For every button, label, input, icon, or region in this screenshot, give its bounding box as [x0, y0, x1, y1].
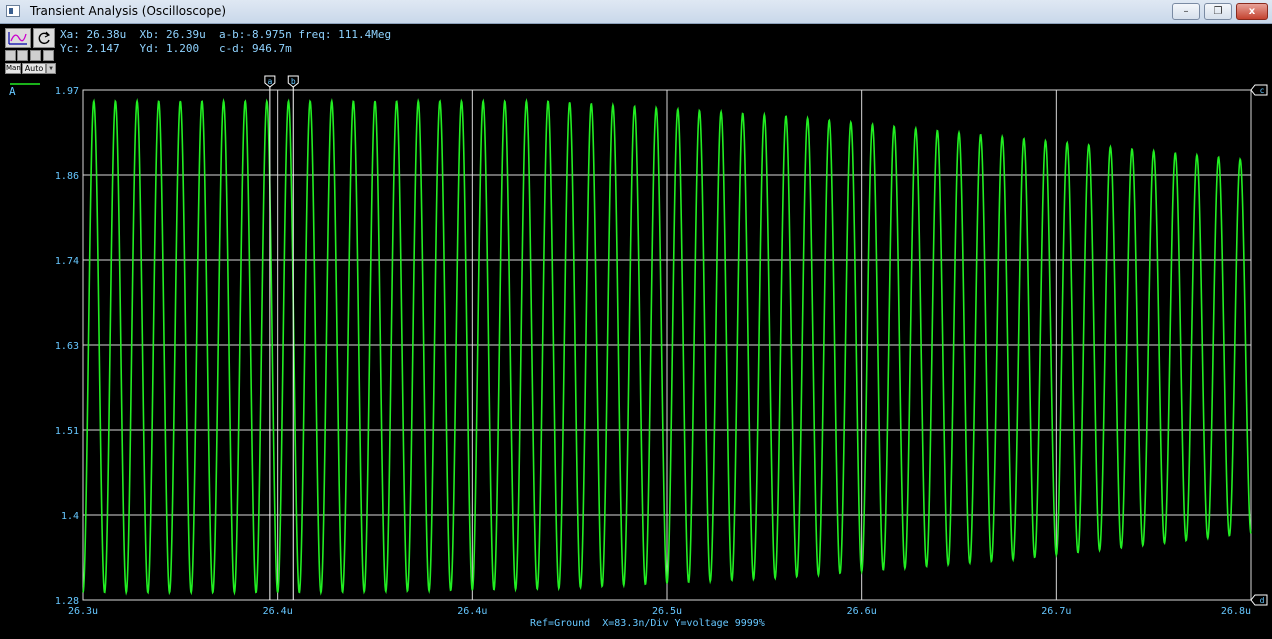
y-tick-label: 1.97 — [55, 86, 79, 97]
trace-label: A — [9, 85, 16, 98]
x-tick-label: 26.5u — [652, 606, 682, 617]
x-tick-label: 26.4u — [263, 606, 293, 617]
x-tick-label: 26.4u — [457, 606, 487, 617]
y-tick-label: 1.86 — [55, 171, 79, 182]
y-tick-labels: 1.971.861.741.631.511.41.28 — [55, 86, 79, 607]
x-tick-label: 26.6u — [847, 606, 877, 617]
cursor-d-label: d — [1260, 596, 1265, 605]
cursor-c-label: c — [1260, 86, 1265, 95]
x-tick-label: 26.8u — [1221, 606, 1251, 617]
cursor-a-label: a — [267, 77, 272, 86]
y-tick-label: 1.74 — [55, 256, 79, 267]
x-tick-labels: 26.3u 26.4u 26.4u 26.5u 26.6u 26.7u 26.8u — [68, 606, 1251, 617]
x-tick-label: 26.7u — [1041, 606, 1071, 617]
y-tick-label: 1.63 — [55, 341, 79, 352]
y-tick-label: 1.4 — [61, 511, 79, 522]
y-tick-label: 1.51 — [55, 426, 79, 437]
oscilloscope-plot[interactable]: a bcd 1.971.861.741.631.511.41.28 26.3u 26… — [0, 0, 1272, 639]
scale-info: Ref=Ground X=83.3n/Div Y=voltage 9999% — [530, 618, 765, 629]
cursor-b-label: b — [291, 77, 296, 86]
x-tick-label: 26.3u — [68, 606, 98, 617]
